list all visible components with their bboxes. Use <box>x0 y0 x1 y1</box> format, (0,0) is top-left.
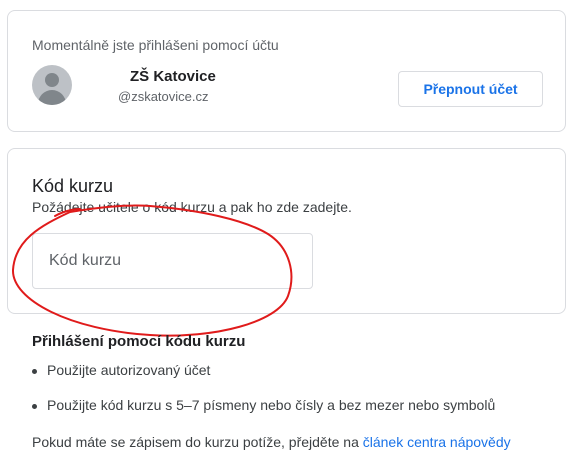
account-email: @zskatovice.cz <box>118 89 209 104</box>
bullet-icon <box>32 369 37 374</box>
course-code-input[interactable] <box>32 233 313 289</box>
bullet-icon <box>32 404 37 409</box>
account-name: ZŠ Katovice <box>130 68 216 85</box>
course-code-help: Požádejte učitele o kód kurzu a pak ho z… <box>32 199 352 215</box>
avatar-head <box>45 73 59 87</box>
account-card: Momentálně jste přihlášeni pomocí účtu Z… <box>7 10 566 132</box>
info-title: Přihlášení pomocí kódu kurzu <box>32 333 246 350</box>
footer-text: Pokud máte se zápisem do kurzu potíže, p… <box>32 434 359 450</box>
course-code-card: Kód kurzu Požádejte učitele o kód kurzu … <box>7 148 566 314</box>
avatar <box>32 65 72 105</box>
course-code-title: Kód kurzu <box>32 176 114 196</box>
footer-note: Pokud máte se zápisem do kurzu potíže, p… <box>32 434 511 450</box>
switch-account-button[interactable]: Přepnout účet <box>398 71 543 107</box>
list-item-text: Použijte kód kurzu s 5–7 písmeny nebo čí… <box>47 397 496 413</box>
avatar-shoulders <box>38 90 66 105</box>
help-center-link[interactable]: článek centra nápovědy <box>363 434 511 450</box>
list-item: Použijte autorizovaný účet <box>32 362 495 378</box>
list-item: Použijte kód kurzu s 5–7 písmeny nebo čí… <box>32 397 495 413</box>
info-list: Použijte autorizovaný účet Použijte kód … <box>32 362 495 413</box>
account-caption: Momentálně jste přihlášeni pomocí účtu <box>32 37 279 53</box>
list-item-text: Použijte autorizovaný účet <box>47 362 211 378</box>
